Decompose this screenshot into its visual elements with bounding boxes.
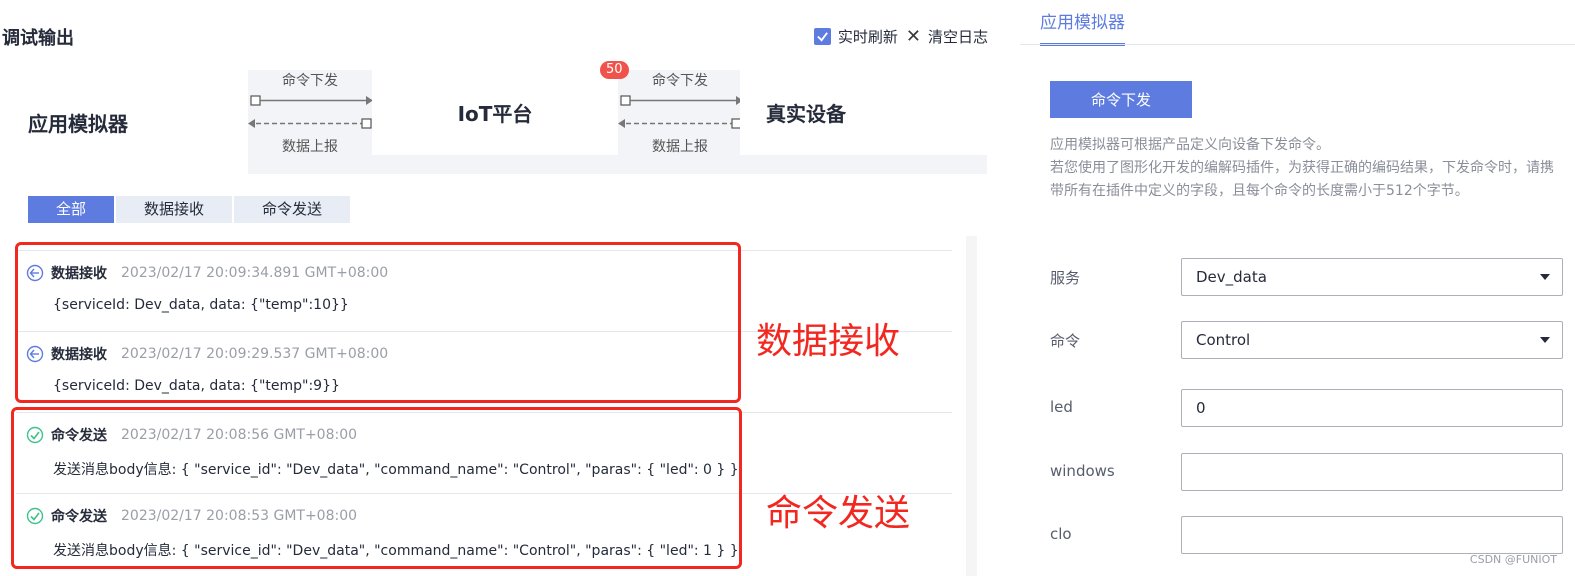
service-label: 服务 bbox=[1050, 269, 1081, 287]
bidirectional-arrow-icon bbox=[618, 95, 742, 129]
form-row-clo: clo bbox=[1050, 516, 1565, 554]
flow-node-app-simulator: 应用模拟器 bbox=[2, 70, 248, 174]
command-select-value: Control bbox=[1196, 331, 1251, 349]
watermark: CSDN @FUNIOT bbox=[1469, 553, 1557, 566]
clear-log-button[interactable]: 清空日志 bbox=[928, 26, 988, 47]
data-up-label: 数据上报 bbox=[282, 139, 338, 155]
data-up-label: 数据上报 bbox=[652, 139, 708, 155]
simulator-description: 应用模拟器可根据产品定义向设备下发命令。 若您使用了图形化开发的编解码插件，为获… bbox=[1050, 134, 1560, 203]
tab-all[interactable]: 全部 bbox=[28, 196, 115, 223]
tab-app-simulator[interactable]: 应用模拟器 bbox=[1040, 8, 1125, 46]
tab-data-receive[interactable]: 数据接收 bbox=[116, 196, 233, 223]
led-label: led bbox=[1050, 398, 1073, 416]
clo-input[interactable] bbox=[1181, 516, 1563, 554]
windows-label: windows bbox=[1050, 462, 1115, 480]
bidirectional-arrow-icon bbox=[248, 95, 372, 129]
cmd-down-label: 命令下发 bbox=[652, 73, 708, 89]
checkmark-icon bbox=[817, 32, 828, 42]
flow-node-real-device: 真实设备 bbox=[740, 70, 987, 155]
command-select[interactable]: Control bbox=[1181, 321, 1563, 359]
command-label: 命令 bbox=[1050, 332, 1081, 350]
led-input[interactable]: 0 bbox=[1181, 389, 1563, 427]
tab-command-send[interactable]: 命令发送 bbox=[234, 196, 351, 223]
debug-actions: 实时刷新 ✕ 清空日志 bbox=[813, 26, 988, 47]
annotation-box-receive bbox=[15, 242, 741, 403]
windows-input[interactable] bbox=[1181, 453, 1563, 491]
led-input-value: 0 bbox=[1196, 399, 1206, 417]
log-filter-tabs: 全部 数据接收 命令发送 bbox=[28, 196, 352, 223]
clo-label: clo bbox=[1050, 525, 1072, 543]
flow-node-iot-platform: IoT平台 bbox=[372, 70, 618, 155]
form-row-led: led 0 bbox=[1050, 389, 1565, 427]
form-row-windows: windows bbox=[1050, 453, 1565, 491]
debug-output-title: 调试输出 bbox=[2, 28, 74, 49]
annotation-box-send bbox=[11, 407, 742, 569]
close-icon[interactable]: ✕ bbox=[906, 26, 921, 47]
service-select-value: Dev_data bbox=[1196, 268, 1267, 286]
service-select[interactable]: Dev_data bbox=[1181, 258, 1563, 296]
description-line: 应用模拟器可根据产品定义向设备下发命令。 bbox=[1050, 137, 1330, 153]
chevron-down-icon bbox=[1540, 337, 1550, 343]
flow-diagram: 应用模拟器 命令下发 数据上报 IoT平台 50 命令下发 数据上报 真实设备 bbox=[2, 61, 987, 174]
flow-arrows-iot-device: 命令下发 数据上报 bbox=[618, 70, 742, 155]
description-line: 若您使用了图形化开发的编解码插件，为获得正确的编码结果，下发命令时，请携带所有在… bbox=[1050, 160, 1554, 199]
flow-arrows-app-iot: 命令下发 数据上报 bbox=[248, 70, 372, 155]
send-command-button[interactable]: 命令下发 bbox=[1050, 81, 1192, 118]
annotation-label-receive: 数据接收 bbox=[756, 321, 901, 362]
cmd-down-label: 命令下发 bbox=[282, 73, 338, 89]
divider bbox=[1020, 44, 1575, 45]
chevron-down-icon bbox=[1540, 274, 1550, 280]
form-row-service: 服务 Dev_data bbox=[1050, 258, 1565, 296]
scrollbar[interactable] bbox=[966, 236, 977, 576]
annotation-label-send: 命令发送 bbox=[766, 493, 911, 534]
realtime-refresh-checkbox[interactable] bbox=[813, 28, 831, 45]
form-row-command: 命令 Control bbox=[1050, 321, 1565, 359]
simulator-panel: 应用模拟器 命令下发 应用模拟器可根据产品定义向设备下发命令。 若您使用了图形化… bbox=[1020, 0, 1575, 576]
debug-output-panel: 调试输出 实时刷新 ✕ 清空日志 应用模拟器 命令下发 数据上报 IoT平台 5… bbox=[0, 0, 1000, 576]
realtime-refresh-label[interactable]: 实时刷新 bbox=[838, 26, 898, 47]
